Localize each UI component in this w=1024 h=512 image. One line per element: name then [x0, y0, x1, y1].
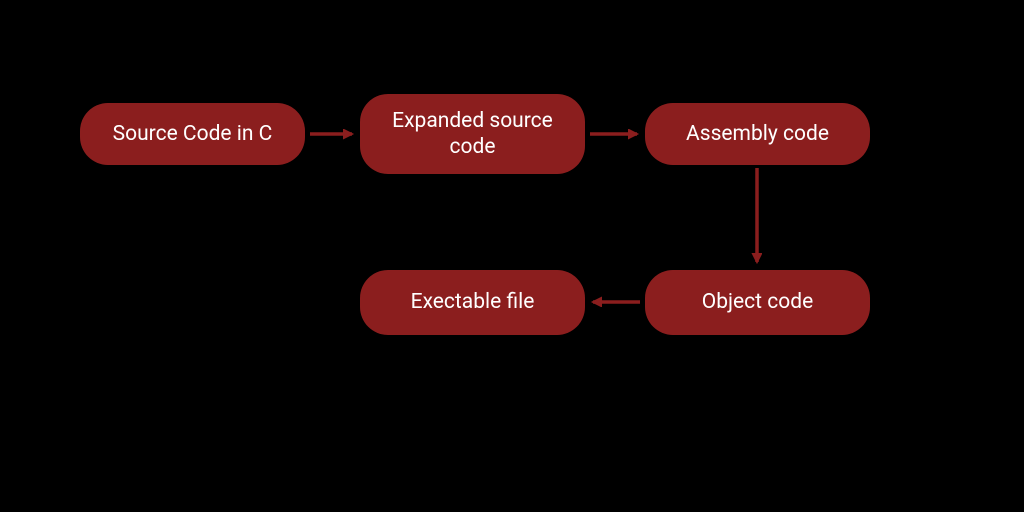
node-expanded-source: Expanded source code [360, 94, 585, 174]
node-source-code: Source Code in C [80, 103, 305, 165]
node-assembly-code: Assembly code [645, 103, 870, 165]
node-label: Assembly code [686, 121, 829, 147]
node-label: Object code [702, 289, 813, 315]
node-label: Expanded source code [378, 108, 567, 161]
compilation-flow-diagram: Source Code in C Expanded source code As… [0, 0, 1024, 512]
node-label: Source Code in C [113, 121, 273, 147]
node-object-code: Object code [645, 270, 870, 335]
flow-arrows [0, 0, 1024, 512]
node-executable-file: Exectable file [360, 270, 585, 335]
node-label: Exectable file [411, 289, 535, 315]
